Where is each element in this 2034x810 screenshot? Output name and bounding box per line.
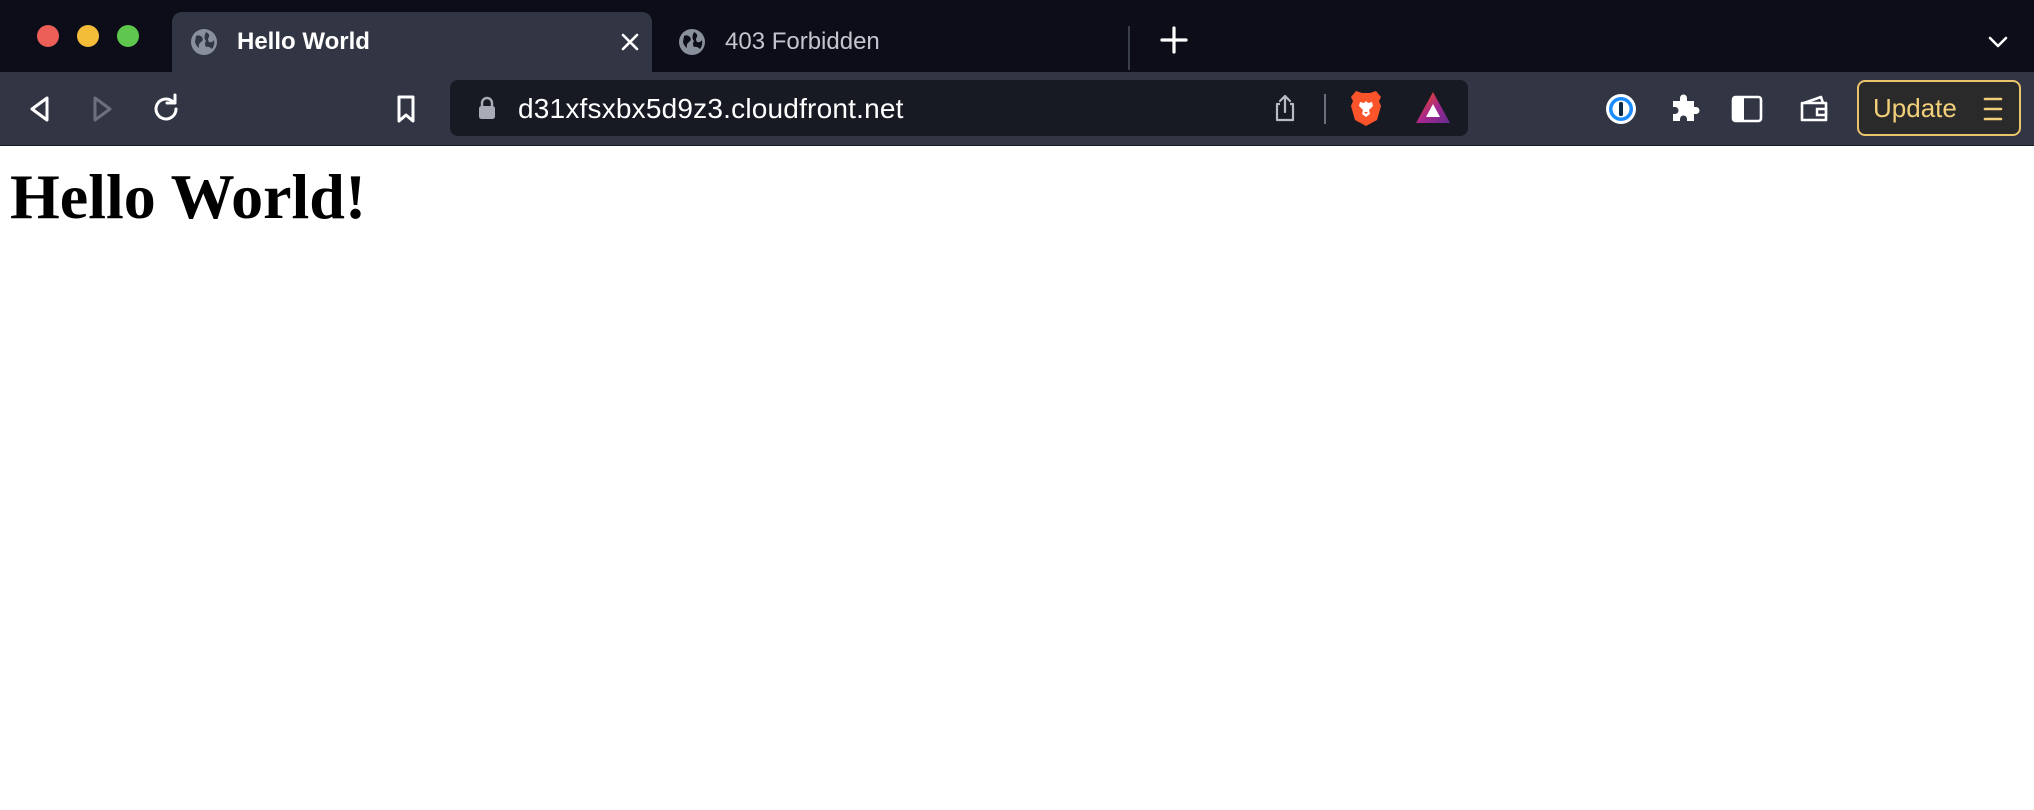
page-content: Hello World! <box>0 146 2034 810</box>
brave-rewards-icon[interactable] <box>1414 90 1452 126</box>
globe-icon <box>191 29 217 55</box>
window-zoom-button[interactable] <box>117 25 139 47</box>
close-icon[interactable] <box>618 30 642 54</box>
tab-hello-world[interactable]: Hello World <box>172 12 652 72</box>
new-tab-icon[interactable] <box>1160 26 1188 54</box>
bookmark-button[interactable] <box>388 91 424 127</box>
update-button[interactable]: Update <box>1857 80 2021 136</box>
password-manager-icon[interactable] <box>1604 92 1638 126</box>
tab-403-forbidden[interactable]: 403 Forbidden <box>660 12 1130 72</box>
brave-shields-icon[interactable] <box>1348 88 1384 128</box>
window-close-button[interactable] <box>37 25 59 47</box>
forward-icon <box>93 96 112 122</box>
lock-icon[interactable] <box>476 96 498 120</box>
share-icon[interactable] <box>1270 93 1300 123</box>
url-text[interactable]: d31xfsxbx5d9z3.cloudfront.net <box>518 93 904 125</box>
tab-divider <box>1128 26 1130 70</box>
address-bar-divider <box>1324 94 1326 124</box>
page-heading: Hello World! <box>10 161 367 232</box>
back-button[interactable] <box>22 91 58 127</box>
back-icon <box>30 96 49 122</box>
window-minimize-button[interactable] <box>77 25 99 47</box>
chevron-down-icon[interactable] <box>1985 29 2011 55</box>
sidebar-icon[interactable] <box>1730 92 1764 126</box>
tab-title: 403 Forbidden <box>725 28 880 55</box>
tab-title: Hello World <box>237 28 370 55</box>
extensions-icon[interactable] <box>1668 92 1702 126</box>
forward-button[interactable] <box>84 91 120 127</box>
browser-toolbar: d31xfsxbx5d9z3.cloudfront.net Update <box>0 72 2034 146</box>
tab-strip: Hello World 403 Forbidden <box>0 0 2034 72</box>
menu-icon[interactable] <box>1981 95 2005 123</box>
address-bar[interactable]: d31xfsxbx5d9z3.cloudfront.net <box>450 80 1468 136</box>
update-label: Update <box>1873 92 1957 123</box>
wallet-icon[interactable] <box>1797 92 1831 126</box>
reload-button[interactable] <box>148 91 184 127</box>
globe-icon <box>679 29 705 55</box>
reload-icon <box>154 93 178 121</box>
bookmark-icon <box>397 95 415 123</box>
